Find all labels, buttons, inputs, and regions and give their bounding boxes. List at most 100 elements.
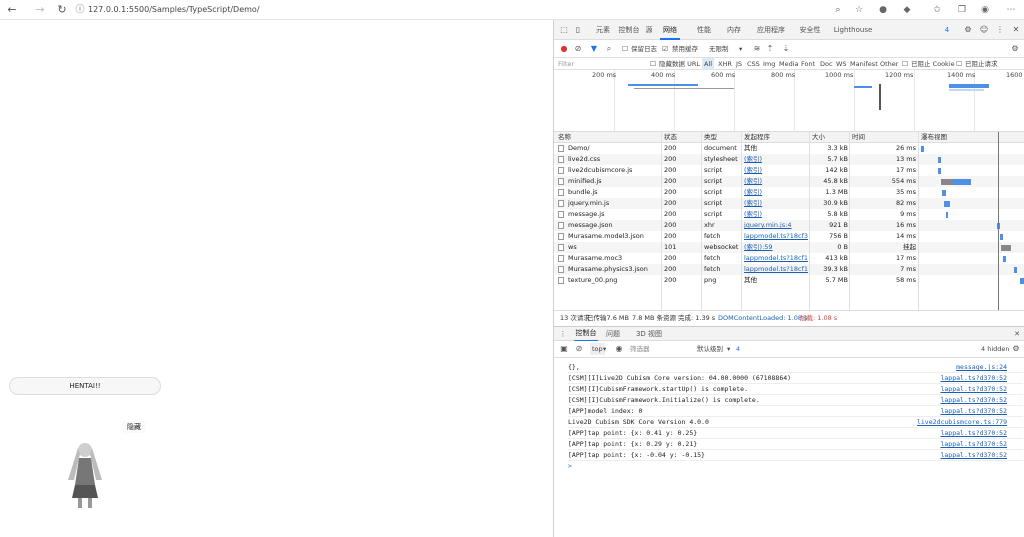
blocked-requests-checkbox[interactable]: ☐ xyxy=(956,58,962,70)
filter-type-js[interactable]: JS xyxy=(736,58,742,70)
preserve-log-checkbox[interactable]: ☐ xyxy=(622,43,628,55)
settings-icon[interactable]: ⚙ xyxy=(962,24,974,36)
console-settings-icon[interactable]: ⚙ xyxy=(1010,343,1022,355)
filter-type-font[interactable]: Font xyxy=(801,58,815,70)
request-row[interactable]: jquery.min.js 200 script (索引) 30.9 kB 82 ms xyxy=(554,198,1024,209)
favorite-icon[interactable]: ☆ xyxy=(852,3,866,17)
request-row[interactable]: ws 101 websocket (索引):59 0 B 挂起 xyxy=(554,242,1024,253)
console-filter-input[interactable]: 筛选器 xyxy=(630,343,650,355)
col-status[interactable]: 状态 xyxy=(664,132,677,143)
disable-cache-checkbox[interactable]: ☑ xyxy=(662,43,668,55)
tab-console[interactable]: 控制台 xyxy=(617,20,641,40)
filter-type-css[interactable]: CSS xyxy=(747,58,760,70)
timeline-overview[interactable]: 200 ms 400 ms 600 ms 800 ms 1000 ms 1200… xyxy=(554,70,1024,132)
request-row[interactable]: Demo/200 document 其他 3.3 kB 26 ms xyxy=(554,143,1024,154)
request-row[interactable]: live2d.css 200 stylesheet (索引) 5.7 kB 13 ms xyxy=(554,154,1024,165)
close-icon[interactable]: ✕ xyxy=(1012,327,1022,342)
tab-performance[interactable]: 性能 xyxy=(694,20,714,40)
tab-lighthouse[interactable]: Lighthouse xyxy=(833,20,873,40)
console-source-link[interactable]: lappal.ts?d370:52 xyxy=(940,406,1007,417)
live2d-character[interactable] xyxy=(60,440,110,510)
tab-elements[interactable]: 元素 xyxy=(592,20,614,40)
cell-initiator[interactable]: (索引) xyxy=(744,154,808,165)
request-row[interactable]: texture_00.png 200 png 其他 5.7 MB 58 ms xyxy=(554,275,1024,286)
console-source-link[interactable]: lappal.ts?d370:52 xyxy=(940,373,1007,384)
issues-badge[interactable]: 4 xyxy=(939,20,955,40)
col-time[interactable]: 时间 xyxy=(852,132,865,143)
filter-input[interactable]: Filter xyxy=(558,58,574,70)
col-type[interactable]: 类型 xyxy=(704,132,717,143)
feedback-icon[interactable]: ☺ xyxy=(978,24,990,36)
back-icon[interactable]: ← xyxy=(6,4,18,16)
request-row[interactable]: Murasame.model3.json 200 fetch lappmodel.ts… xyxy=(554,231,1024,242)
collections-icon[interactable]: ❐ xyxy=(955,3,969,17)
cell-initiator[interactable]: lappmodel.ts?18cf30 xyxy=(744,231,808,242)
cell-initiator[interactable]: (索引) xyxy=(744,165,808,176)
cell-initiator[interactable]: (索引) xyxy=(744,176,808,187)
request-row[interactable]: Murasame.physics3.json 200 fetch lappmodel.… xyxy=(554,264,1024,275)
hide-data-urls-checkbox[interactable]: ☐ xyxy=(650,58,656,70)
avatar[interactable]: ◉ xyxy=(978,3,992,17)
favorites-icon[interactable]: ✩ xyxy=(930,3,944,17)
cell-initiator[interactable]: lappmodel.ts?18cf1... xyxy=(744,253,808,264)
filter-type-media[interactable]: Media xyxy=(779,58,799,70)
close-icon[interactable]: ✕ xyxy=(1010,24,1022,36)
search-icon[interactable]: ⌕ xyxy=(603,43,615,55)
console-prompt[interactable]: > xyxy=(568,461,1023,472)
extension-icon[interactable]: ◆ xyxy=(900,3,914,17)
network-settings-icon[interactable]: ⚙ xyxy=(1009,43,1021,55)
console-issues-badge[interactable]: 4 xyxy=(736,343,740,355)
sidebar-toggle-icon[interactable]: ▣ xyxy=(558,343,570,355)
drawer-tab-3d-view[interactable]: 3D 视图 xyxy=(634,327,664,342)
filter-type-xhr[interactable]: XHR xyxy=(718,58,732,70)
blocked-cookies-checkbox[interactable]: ☐ xyxy=(902,58,908,70)
console-source-link[interactable]: lappal.ts?d370:52 xyxy=(940,450,1007,461)
col-initiator[interactable]: 发起程序 xyxy=(744,132,770,143)
clear-console-icon[interactable]: ⊘ xyxy=(573,343,585,355)
filter-type-other[interactable]: Other xyxy=(880,58,898,70)
drawer-menu-icon[interactable]: ⋮ xyxy=(558,327,568,342)
cell-initiator[interactable]: (索引) xyxy=(744,187,808,198)
tab-application[interactable]: 应用程序 xyxy=(754,20,788,40)
filter-type-doc[interactable]: Doc xyxy=(820,58,833,70)
live-expression-icon[interactable]: ◉ xyxy=(613,343,625,355)
cell-initiator[interactable]: (索引):59 xyxy=(744,242,808,253)
forward-icon[interactable]: → xyxy=(34,4,46,16)
col-size[interactable]: 大小 xyxy=(812,132,825,143)
more-icon[interactable]: ⋯ xyxy=(1004,3,1018,17)
cell-initiator[interactable]: jquery.min.js:4 xyxy=(744,220,808,231)
console-source-link[interactable]: lappal.ts?d370:52 xyxy=(940,384,1007,395)
col-waterfall[interactable]: 瀑布视图 xyxy=(921,132,947,143)
request-row[interactable]: Murasame.moc3 200 fetch lappmodel.ts?18cf1.… xyxy=(554,253,1024,264)
more-icon[interactable]: ⋮ xyxy=(994,24,1006,36)
console-source-link[interactable]: lappal.ts?d370:52 xyxy=(940,439,1007,450)
request-row[interactable]: message.json 200 xhr jquery.min.js:4 921 B 16… xyxy=(554,220,1024,231)
drawer-tab-console[interactable]: 控制台 xyxy=(574,327,598,342)
address-bar[interactable]: 127.0.0.1:5500/Samples/TypeScript/Demo/ xyxy=(88,3,548,17)
console-source-link[interactable]: lappal.ts?d370:52 xyxy=(940,395,1007,406)
inspect-icon[interactable]: ⬚ xyxy=(558,24,570,36)
tab-sources[interactable]: 源 xyxy=(643,20,655,40)
tab-network[interactable]: 网络 xyxy=(660,20,680,40)
tab-memory[interactable]: 内存 xyxy=(724,20,744,40)
request-row[interactable]: bundle.js 200 script (索引) 1.3 MB 35 ms xyxy=(554,187,1024,198)
network-conditions-icon[interactable]: ≋ xyxy=(751,43,763,55)
console-source-link[interactable]: message.js:24 xyxy=(956,362,1007,373)
throttle-select[interactable]: 无限制 xyxy=(709,43,729,55)
request-row[interactable]: minified.js 200 script (索引) 45.8 kB 554 ms xyxy=(554,176,1024,187)
filter-type-manifest[interactable]: Manifest xyxy=(850,58,878,70)
filter-type-all[interactable]: All xyxy=(702,58,715,70)
site-info-icon[interactable]: ⓘ xyxy=(73,3,87,17)
reload-icon[interactable]: ↻ xyxy=(56,4,68,16)
request-row[interactable]: live2dcubismcore.js 200 script (索引) 142 kB 17… xyxy=(554,165,1024,176)
export-har-icon[interactable]: ⇣ xyxy=(780,43,792,55)
import-har-icon[interactable]: ⇡ xyxy=(764,43,776,55)
cell-initiator[interactable]: (索引) xyxy=(744,209,808,220)
filter-type-ws[interactable]: WS xyxy=(836,58,847,70)
filter-icon[interactable]: ▼ xyxy=(588,43,600,55)
hide-button[interactable]: 隐藏 xyxy=(122,421,146,433)
record-icon[interactable]: ● xyxy=(558,43,570,55)
device-toolbar-icon[interactable]: ▯ xyxy=(572,24,584,36)
clear-icon[interactable]: ⊘ xyxy=(572,43,584,55)
console-source-link[interactable]: live2dcubismcore.ts:779 xyxy=(917,417,1007,428)
